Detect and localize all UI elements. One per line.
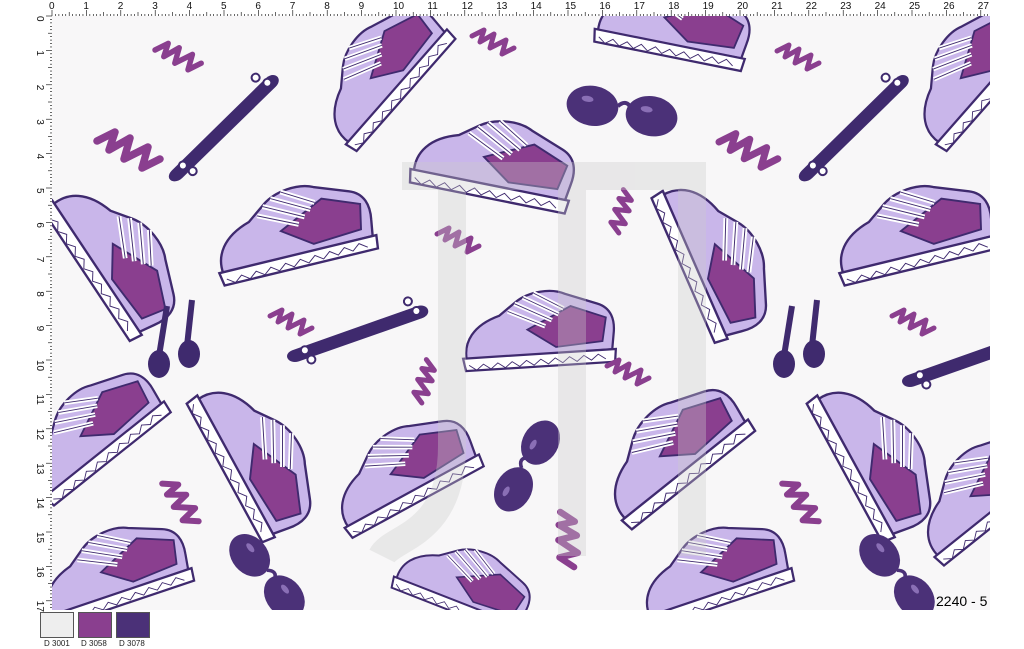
ruler-left-label: 16 (34, 566, 45, 578)
top-ruler: 0 1 2 3 4 5 6 7 8 9 10 11 12 13 14 15 16 17 18 19 20 21 22 23 24… (0, 0, 1024, 16)
ruler-top-label: 15 (565, 1, 577, 12)
sunglasses-icon (561, 79, 683, 143)
squiggle-icon (472, 30, 514, 54)
ruler-top-label: 12 (462, 1, 474, 12)
ruler-left-label: 11 (34, 394, 45, 405)
sneaker-icon (647, 164, 788, 345)
ruler-top-label: 20 (737, 1, 749, 12)
ruler-top-label: 27 (978, 1, 990, 12)
ruler-left-label: 17 (34, 601, 45, 612)
ruler-left-label: 7 (34, 257, 45, 263)
ruler-left-label: 14 (34, 498, 45, 510)
squiggle-icon (606, 189, 637, 235)
sneaker-icon (182, 364, 333, 544)
ruler-top-label: 10 (393, 1, 405, 12)
squiggle-icon (409, 359, 440, 405)
squiggle-icon (771, 477, 829, 527)
squiggle-icon (719, 134, 778, 168)
ruler-top-label: 22 (806, 1, 818, 12)
sneaker-icon (203, 170, 380, 290)
sneaker-icon (52, 508, 196, 610)
earphones-icon (773, 300, 825, 378)
ruler-top-label: 11 (427, 1, 438, 12)
ruler-top-label: 16 (599, 1, 611, 12)
swatch-label: D 3078 (119, 639, 145, 648)
squiggle-icon (270, 310, 312, 334)
fabric-pattern-area (52, 16, 990, 610)
ruler-top-label: 25 (909, 1, 921, 12)
skateboard-icon (147, 67, 299, 184)
ruler-left-label: 3 (34, 119, 45, 125)
ruler-left-label: 4 (34, 154, 45, 160)
design-code: 2240 - 5 (936, 593, 988, 609)
ruler-left-label: 1 (34, 50, 45, 56)
sneaker-icon (592, 16, 756, 71)
ruler-top-label: 19 (703, 1, 715, 12)
ruler-top-label: 17 (634, 1, 646, 12)
ruler-top-label: 21 (771, 1, 783, 12)
ruler-top-label: 13 (496, 1, 508, 12)
sneaker-icon (407, 106, 580, 214)
ruler-top-label: 14 (531, 1, 543, 12)
ruler-left-label: 5 (34, 188, 45, 194)
sneaker-icon (581, 368, 757, 534)
ruler-left-label: 15 (34, 532, 45, 544)
sneaker-icon (458, 285, 617, 374)
squiggle-icon (97, 132, 160, 168)
squiggle-icon (777, 45, 819, 69)
sneaker-icon (300, 16, 457, 155)
color-swatch-dark-purple (116, 612, 150, 638)
ruler-top-label: 18 (668, 1, 680, 12)
color-swatch-purple (78, 612, 112, 638)
sunglasses-icon (484, 411, 570, 521)
ruler-top-label: 24 (875, 1, 887, 12)
color-swatch-light (40, 612, 74, 638)
squiggle-icon (151, 477, 209, 527)
ruler-top-label: 26 (943, 1, 955, 12)
ruler-left-label: 13 (34, 463, 45, 475)
swatch-label: D 3058 (81, 639, 107, 648)
sneaker-icon (52, 164, 197, 343)
sneaker-icon (626, 508, 796, 610)
sneaker-icon (823, 170, 990, 290)
left-ruler: 01234567891011121314151617 (34, 15, 52, 612)
ruler-left-label: 9 (34, 326, 45, 332)
ruler-left-label: 10 (34, 360, 45, 372)
squiggle-icon (892, 310, 934, 334)
ruler-left-label: 6 (34, 222, 45, 228)
ruler-left-label: 12 (34, 429, 45, 441)
ruler-top-label: 23 (840, 1, 852, 12)
skateboard-icon (777, 67, 929, 184)
left-ruler-ticks: 01234567891011121314151617 (34, 15, 52, 612)
swatch-label: D 3001 (44, 639, 70, 648)
pattern-canvas (52, 16, 990, 610)
squiggle-icon (155, 43, 201, 69)
ruler-left-label: 2 (34, 85, 45, 91)
ruler-left-label: 8 (34, 291, 45, 297)
ruler-left-label: 0 (34, 16, 45, 22)
squiggle-icon (607, 360, 649, 384)
